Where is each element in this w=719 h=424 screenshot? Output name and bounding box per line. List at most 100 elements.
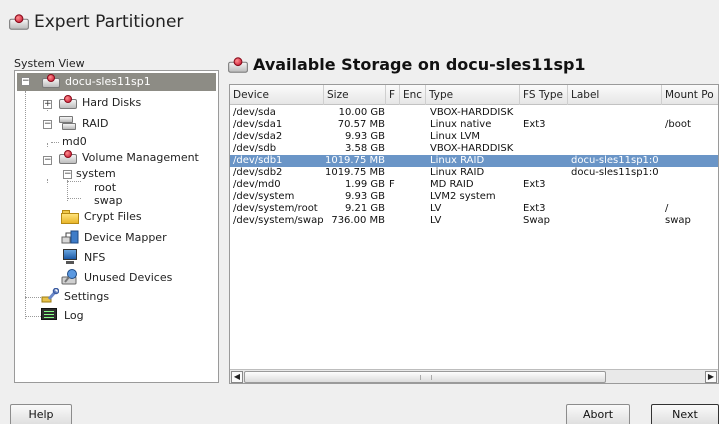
folder-lock-icon xyxy=(61,209,79,224)
tree-item-swap[interactable]: swap xyxy=(94,194,122,207)
tree-root-docu-sles11sp1[interactable]: docu-sles11sp1 xyxy=(42,74,151,88)
cell-type: VBOX-HARDDISK xyxy=(430,143,514,154)
tree-item-settings[interactable]: Settings xyxy=(41,287,109,304)
cell-fstype xyxy=(523,155,568,167)
table-row[interactable]: /dev/sdb 3.58 GB VBOX-HARDDISK xyxy=(230,143,718,155)
scroll-right-arrow-icon[interactable]: ▶ xyxy=(705,371,717,383)
table-row[interactable]: /dev/system/root 9.21 GB LV Ext3 / xyxy=(230,203,718,215)
volume-management-collapse-toggle[interactable]: − xyxy=(43,156,52,165)
cell-fstype xyxy=(523,167,568,179)
cell-type: LVM2 system xyxy=(430,191,496,202)
table-row[interactable]: /dev/system/swap 736.00 MB LV Swap swap xyxy=(230,215,718,227)
tree-item-volume-management[interactable]: Volume Management xyxy=(59,150,199,164)
tree-item-md0[interactable]: md0 xyxy=(62,135,87,148)
table-row[interactable]: /dev/sdb1 1019.75 MB Linux RAID docu-sles11… xyxy=(230,155,718,167)
tree-item-crypt-files[interactable]: Crypt Files xyxy=(61,209,142,224)
cell-label xyxy=(571,143,662,155)
cell-type: LV xyxy=(430,215,442,226)
cell-fstype: Ext3 xyxy=(523,179,546,190)
tree-item-log[interactable]: Log xyxy=(41,307,84,323)
table-row[interactable]: /dev/system 9.93 GB LVM2 system xyxy=(230,191,718,203)
column-header-label[interactable]: Label xyxy=(568,85,662,105)
storage-table[interactable]: Device Size F Enc Type FS Type Label Mou… xyxy=(229,84,719,384)
storage-title: Available Storage on docu-sles11sp1 xyxy=(228,55,586,74)
cell-fstype: Swap xyxy=(523,215,551,226)
table-row[interactable]: /dev/sdb2 1019.75 MB Linux RAID docu-sles11… xyxy=(230,167,718,179)
app-title: Expert Partitioner xyxy=(9,12,183,32)
cell-size: 1019.75 MB xyxy=(324,155,385,166)
cell-mount xyxy=(665,167,718,179)
cell-mount xyxy=(665,143,718,155)
table-row[interactable]: /dev/sda1 70.57 MB Linux native Ext3/boot xyxy=(230,119,718,131)
system-view-label: System View xyxy=(14,57,85,70)
table-row[interactable]: /dev/sda 10.00 GB VBOX-HARDDISK xyxy=(230,107,718,119)
harddisk-icon xyxy=(9,14,29,30)
cell-size: 1019.75 MB xyxy=(324,167,385,178)
tree-item-raid[interactable]: RAID xyxy=(59,115,108,131)
cell-type: MD RAID xyxy=(430,179,474,190)
system-view-tree[interactable]: − docu-sles11sp1 + Hard Disks − RAID md0… xyxy=(14,70,219,383)
cell-enc xyxy=(403,191,425,203)
tree-root-label: docu-sles11sp1 xyxy=(65,74,151,88)
cell-device: /dev/system xyxy=(233,191,295,202)
column-header-size[interactable]: Size xyxy=(324,85,386,105)
harddisk-icon xyxy=(228,56,248,73)
system-collapse-toggle[interactable]: − xyxy=(63,170,72,179)
abort-button[interactable]: Abort xyxy=(566,404,630,424)
tree-item-nfs[interactable]: NFS xyxy=(61,249,105,265)
cell-device: /dev/sdb2 xyxy=(233,167,283,178)
tree-item-unused-devices[interactable]: Unused Devices xyxy=(61,268,172,286)
unused-devices-icon xyxy=(61,268,79,286)
harddisk-icon xyxy=(59,150,77,164)
cell-fstype xyxy=(523,143,568,155)
cell-fstype xyxy=(523,131,568,143)
column-header-mount-point[interactable]: Mount Po xyxy=(662,85,718,105)
harddisk-icon xyxy=(59,95,77,109)
cell-label xyxy=(571,203,662,215)
cell-f: F xyxy=(389,179,395,190)
column-header-device[interactable]: Device xyxy=(230,85,324,105)
column-header-f[interactable]: F xyxy=(386,85,400,105)
tree-item-root[interactable]: root xyxy=(94,181,116,194)
next-button[interactable]: Next xyxy=(651,404,719,424)
root-collapse-toggle[interactable]: − xyxy=(21,77,30,86)
tree-item-device-mapper[interactable]: Device Mapper xyxy=(61,229,167,245)
hard-disks-expand-toggle[interactable]: + xyxy=(43,100,52,109)
cell-enc xyxy=(403,119,425,131)
cell-label xyxy=(571,107,662,119)
help-button[interactable]: Help xyxy=(10,404,72,424)
cell-device: /dev/sdb1 xyxy=(233,155,283,166)
column-header-fs-type[interactable]: FS Type xyxy=(520,85,568,105)
cell-size: 70.57 MB xyxy=(337,119,385,130)
cell-size: 9.21 GB xyxy=(344,203,385,214)
tree-item-system[interactable]: system xyxy=(76,167,116,180)
cell-type: VBOX-HARDDISK xyxy=(430,107,514,118)
device-mapper-icon xyxy=(61,229,79,245)
raid-collapse-toggle[interactable]: − xyxy=(43,120,52,129)
column-header-enc[interactable]: Enc xyxy=(400,85,426,105)
table-row[interactable]: /dev/sda2 9.93 GB Linux LVM xyxy=(230,131,718,143)
cell-type: Linux LVM xyxy=(430,131,481,142)
storage-title-text: Available Storage on docu-sles11sp1 xyxy=(253,55,586,74)
cell-enc xyxy=(403,203,425,215)
cell-size: 736.00 MB xyxy=(331,215,385,226)
cell-device: /dev/sda1 xyxy=(233,119,283,130)
cell-label xyxy=(571,191,662,203)
cell-mount: swap xyxy=(665,215,691,226)
column-header-type[interactable]: Type xyxy=(426,85,520,105)
table-row[interactable]: /dev/md0 1.99 GB F MD RAID Ext3 xyxy=(230,179,718,191)
wrench-icon xyxy=(41,287,60,304)
cell-mount xyxy=(665,179,718,191)
cell-f xyxy=(389,119,401,131)
cell-device: /dev/system/root xyxy=(233,203,318,214)
cell-fstype: Ext3 xyxy=(523,119,546,130)
tree-item-hard-disks[interactable]: Hard Disks xyxy=(59,95,141,109)
cell-size: 9.93 GB xyxy=(344,191,385,202)
horizontal-scrollbar[interactable]: ◀ ▶ xyxy=(230,369,718,383)
cell-device: /dev/sda xyxy=(233,107,276,118)
cell-f xyxy=(389,131,401,143)
cell-enc xyxy=(403,179,425,191)
cell-enc xyxy=(403,155,425,167)
scroll-left-arrow-icon[interactable]: ◀ xyxy=(231,371,243,383)
scrollbar-thumb[interactable] xyxy=(244,371,606,383)
